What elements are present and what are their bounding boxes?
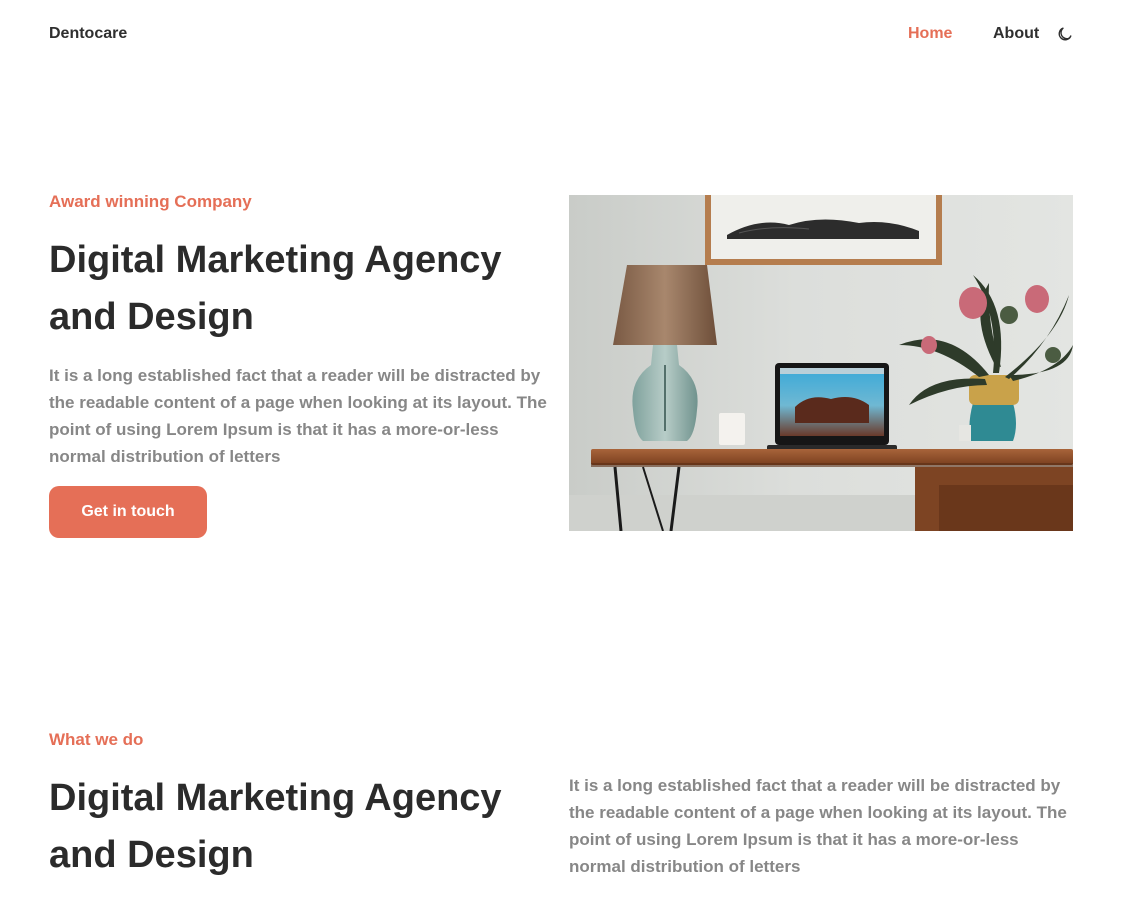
hero-heading: Digital Marketing Agency and Design: [49, 232, 549, 346]
moon-icon[interactable]: [1057, 26, 1073, 42]
nav-about-link[interactable]: About: [993, 25, 1039, 43]
site-header: Dentocare Home About: [0, 0, 1140, 70]
logo[interactable]: Dentocare: [49, 25, 127, 43]
hero-eyebrow: Award winning Company: [49, 192, 252, 211]
hero-heading-line-1: Digital Marketing Agency: [49, 239, 502, 281]
hero-image: [569, 195, 1073, 531]
services-heading-line-1: Digital Marketing Agency: [49, 777, 502, 819]
get-in-touch-button[interactable]: Get in touch: [49, 486, 207, 538]
services-heading-line-2: and Design: [49, 834, 254, 876]
page: Dentocare Home About Award winning Compa…: [0, 0, 1140, 912]
hero-heading-line-2: and Design: [49, 296, 254, 338]
services-paragraph: It is a long established fact that a rea…: [569, 776, 1067, 876]
hero-paragraph: It is a long established fact that a rea…: [49, 366, 547, 466]
services-heading: Digital Marketing Agency and Design: [49, 770, 549, 884]
nav-home-link[interactable]: Home: [908, 25, 952, 43]
services-eyebrow: What we do: [49, 730, 144, 749]
